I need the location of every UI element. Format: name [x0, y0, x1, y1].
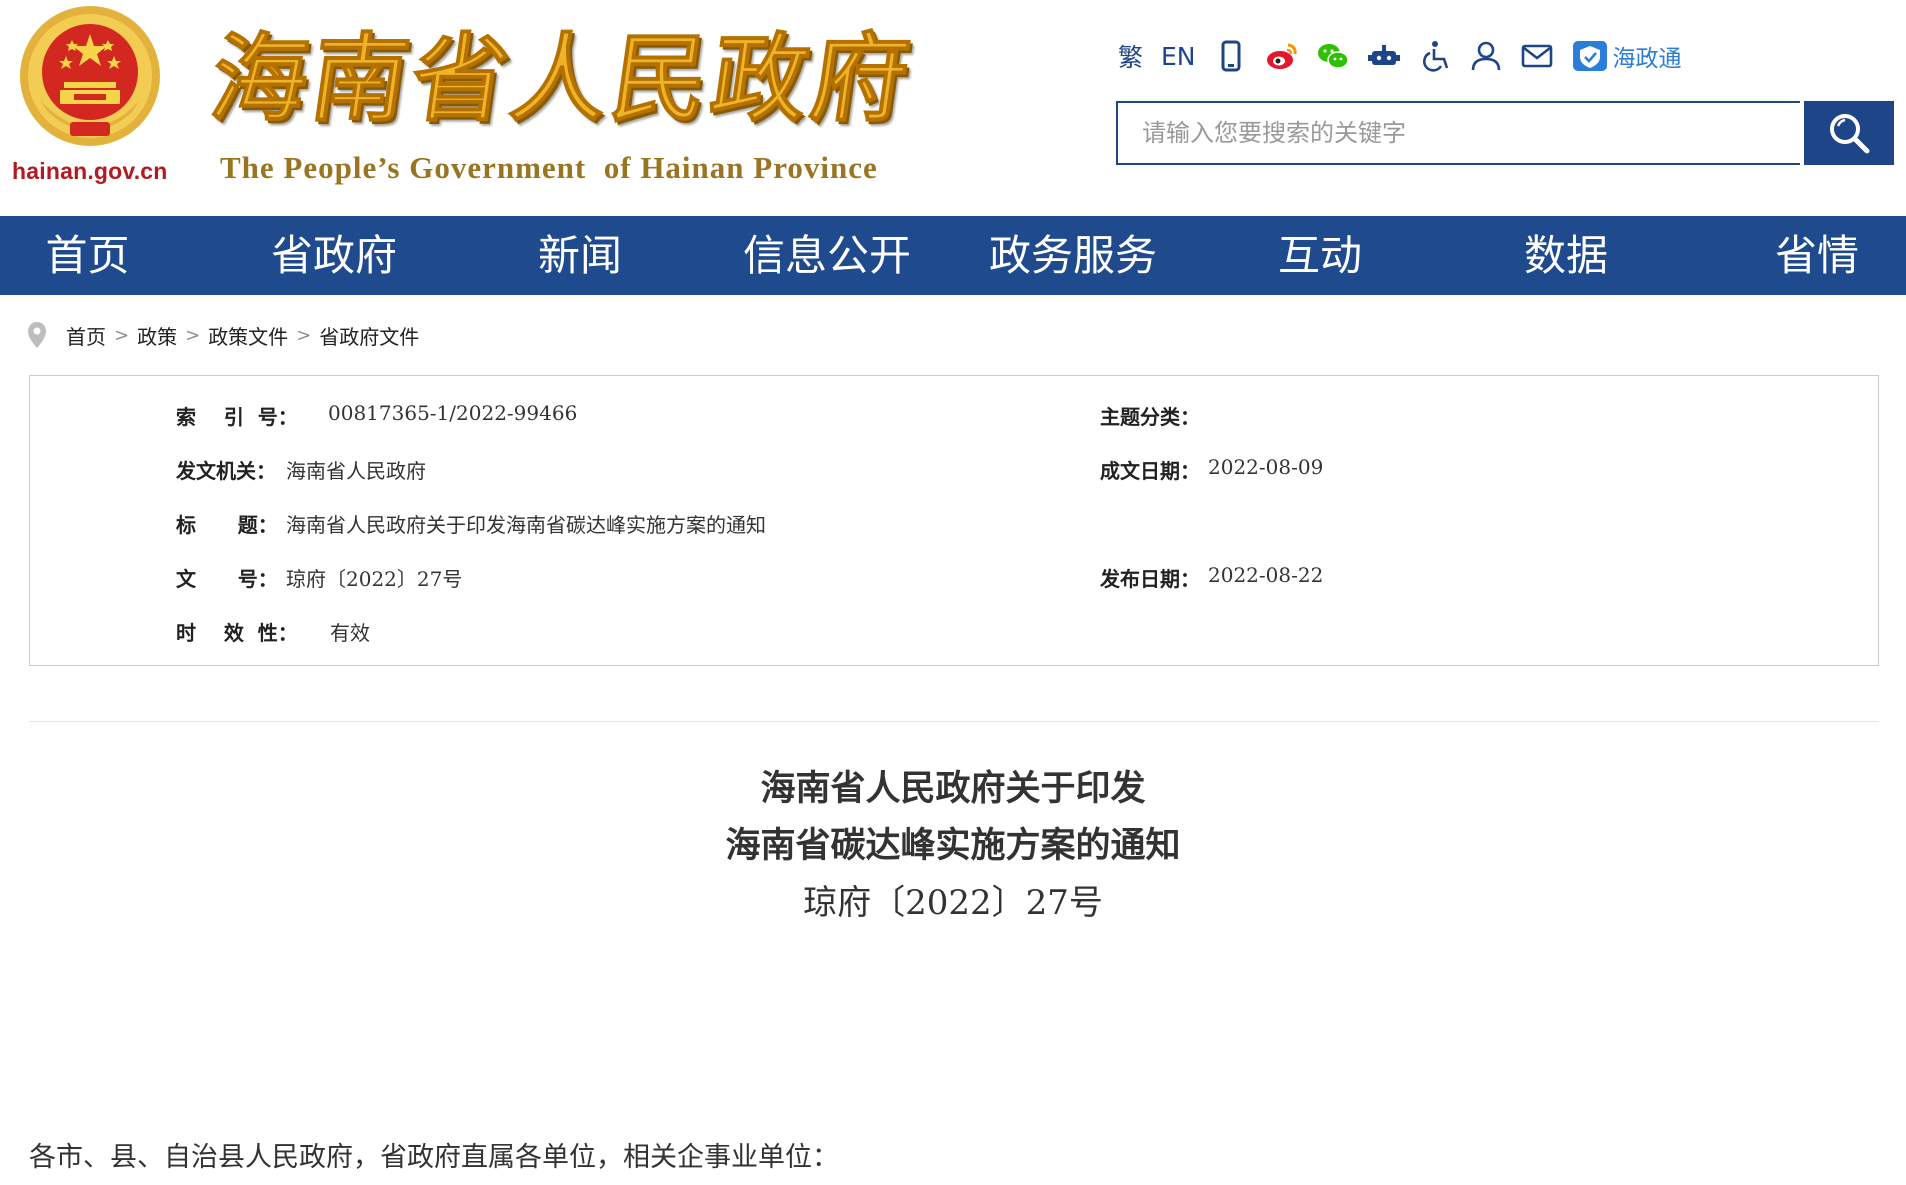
document-number-label: 文 号：: [176, 567, 278, 591]
site-title[interactable]: 海南省人民政府: [204, 23, 921, 136]
index-number-value: 00817365-1/2022-99466: [328, 401, 578, 425]
issuing-authority-value: 海南省人民政府: [286, 459, 426, 483]
publish-date-label: 发布日期：: [1100, 567, 1200, 591]
content-divider: [29, 721, 1879, 722]
nav-information-disclosure[interactable]: 信息公开: [742, 216, 912, 295]
wechat-icon[interactable]: [1316, 39, 1350, 73]
document-number-heading: 琼府〔2022〕27号: [803, 883, 1103, 923]
haizhengtong-link[interactable]: 海政通: [1571, 39, 1682, 73]
issuing-authority-label: 发文机关：: [176, 459, 276, 483]
search-input[interactable]: [1118, 103, 1800, 163]
title-value: 海南省人民政府关于印发海南省碳达峰实施方案的通知: [286, 513, 766, 537]
nav-government-services[interactable]: 政务服务: [988, 216, 1158, 295]
site-subtitle: The People’s Government of Hainan Provin…: [220, 150, 878, 185]
mail-icon[interactable]: [1520, 39, 1554, 73]
nav-interaction[interactable]: 互动: [1260, 216, 1380, 295]
traditional-chinese-link[interactable]: 繁: [1118, 38, 1143, 74]
nav-home[interactable]: 首页: [30, 216, 145, 295]
document-greeting: 各市、县、自治县人民政府，省政府直属各单位，相关企事业单位：: [29, 1142, 839, 1173]
accessibility-icon[interactable]: [1418, 39, 1452, 73]
english-link[interactable]: EN: [1161, 42, 1196, 71]
main-nav: 首页 省政府 新闻 信息公开 政务服务 互动 数据 省情: [0, 216, 1906, 295]
publish-date-value: 2022-08-22: [1208, 563, 1324, 587]
validity-label: 时 效 性：: [176, 621, 298, 645]
document-title-line-2: 海南省碳达峰实施方案的通知: [725, 825, 1181, 866]
document-number-value: 琼府〔2022〕27号: [286, 567, 463, 591]
title-label: 标 题：: [176, 513, 278, 537]
search-box: [1116, 101, 1800, 165]
haizhengtong-label: 海政通: [1612, 46, 1682, 72]
user-icon[interactable]: [1469, 39, 1503, 73]
weibo-icon[interactable]: [1265, 39, 1299, 73]
breadcrumb-home[interactable]: 首页: [66, 321, 106, 350]
breadcrumb: 首页 > 政策 > 政策文件 > 省政府文件: [26, 318, 419, 352]
nav-news[interactable]: 新闻: [520, 216, 640, 295]
index-number-label: 索 引 号：: [176, 405, 298, 429]
date-written-label: 成文日期：: [1100, 459, 1200, 483]
breadcrumb-policy-documents[interactable]: 政策文件: [208, 321, 288, 350]
breadcrumb-separator: >: [185, 324, 201, 346]
breadcrumb-separator: >: [114, 324, 130, 346]
national-emblem-icon[interactable]: [14, 4, 166, 154]
search-button[interactable]: [1804, 101, 1894, 165]
nav-province-overview[interactable]: 省情: [1757, 216, 1877, 295]
mobile-icon[interactable]: [1214, 39, 1248, 73]
nav-data[interactable]: 数据: [1506, 216, 1626, 295]
breadcrumb-policy[interactable]: 政策: [137, 321, 177, 350]
breadcrumb-separator: >: [296, 324, 312, 346]
date-written-value: 2022-08-09: [1208, 455, 1324, 479]
topic-category-label: 主题分类：: [1100, 405, 1200, 429]
site-header: hainan.gov.cn 海南省人民政府 The People’s Gover…: [0, 0, 1906, 216]
search-icon: [1830, 114, 1870, 154]
location-pin-icon: [28, 322, 46, 348]
haizhengtong-icon: [1572, 41, 1607, 71]
breadcrumb-provincial-documents[interactable]: 省政府文件: [319, 321, 419, 350]
nav-provincial-government[interactable]: 省政府: [268, 216, 400, 295]
robot-icon[interactable]: [1367, 39, 1401, 73]
document-title-line-1: 海南省人民政府关于印发: [760, 768, 1146, 809]
validity-value: 有效: [330, 621, 370, 645]
emblem-caption: hainan.gov.cn: [12, 158, 168, 184]
document-info-panel: 索 引 号： 00817365-1/2022-99466 主题分类： 发文机关：…: [29, 375, 1879, 666]
header-tools: 繁 EN 海政通: [1118, 36, 1682, 76]
